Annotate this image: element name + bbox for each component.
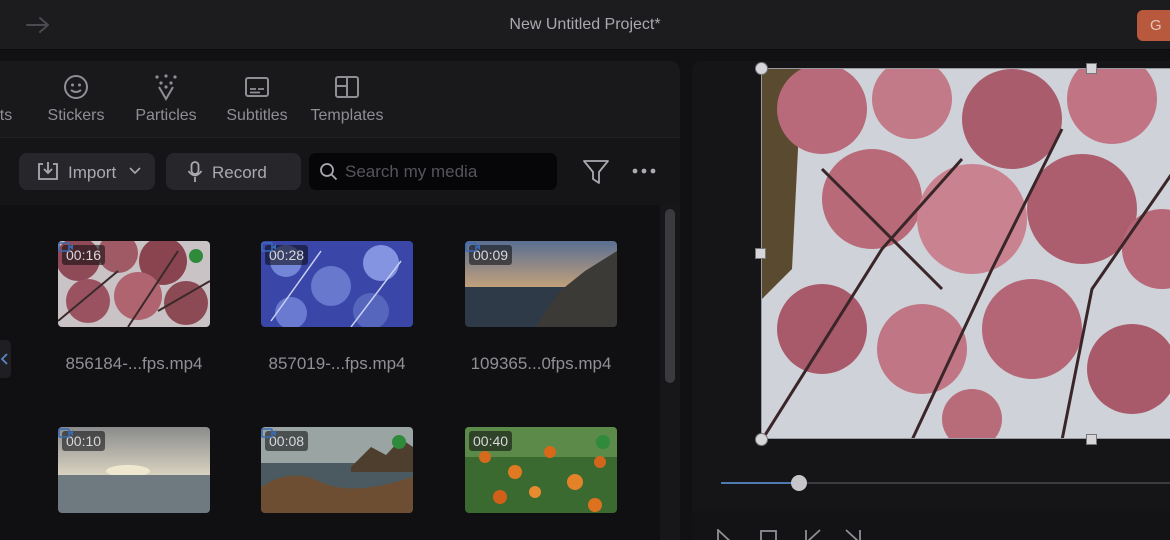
media-item[interactable]: 00:10 <box>58 427 210 540</box>
media-filename: 856184-...fps.mp4 <box>65 354 203 373</box>
tab-label: Particles <box>135 107 197 124</box>
preview-panel <box>692 61 1170 540</box>
subtitles-icon <box>245 77 269 97</box>
video-icon <box>465 242 480 252</box>
playback-progress <box>721 482 800 484</box>
stop-icon[interactable] <box>758 529 780 540</box>
filter-icon[interactable] <box>582 158 610 186</box>
tab-stickers[interactable]: Stickers <box>41 73 111 133</box>
resize-handle[interactable] <box>755 433 768 446</box>
media-search <box>309 153 557 190</box>
tab-effects[interactable]: ts <box>0 73 26 133</box>
video-icon <box>58 242 73 252</box>
resize-handle[interactable] <box>755 62 768 75</box>
preview-frame <box>762 69 1170 438</box>
sticker-icon <box>64 75 88 99</box>
media-item[interactable]: 00:40 <box>465 427 617 540</box>
media-filename: 109365...0fps.mp4 <box>470 354 612 373</box>
search-input[interactable] <box>345 153 550 190</box>
resize-handle[interactable] <box>755 248 766 259</box>
playback-controls <box>692 511 1170 540</box>
record-label: Record <box>212 163 267 182</box>
templates-icon <box>335 76 359 98</box>
tab-label: Stickers <box>47 107 105 124</box>
media-thumbnail[interactable]: 00:40 <box>465 427 617 513</box>
tab-label: Subtitles <box>226 107 288 124</box>
next-frame-icon[interactable] <box>842 529 864 540</box>
library-tabs: ts Stickers Particles Subtitles Template… <box>0 61 680 138</box>
video-icon <box>261 242 276 252</box>
tab-particles[interactable]: Particles <box>131 73 201 133</box>
chevron-left-icon <box>0 353 8 365</box>
media-item[interactable]: 00:16 856184-...fps.mp4 <box>58 241 210 381</box>
media-thumbnail[interactable]: 00:10 <box>58 427 210 513</box>
more-options-icon[interactable] <box>630 161 658 181</box>
media-item[interactable]: 00:28 857019-...fps.mp4 <box>261 241 413 381</box>
media-toolbar: Import Record <box>0 139 680 205</box>
tab-templates[interactable]: Templates <box>307 73 387 133</box>
media-item[interactable]: 00:09 109365...0fps.mp4 <box>465 241 617 381</box>
media-thumbnail[interactable]: 00:09 <box>465 241 617 327</box>
effects-icon <box>0 73 20 101</box>
collapse-sidebar-button[interactable] <box>0 340 11 378</box>
tab-subtitles[interactable]: Subtitles <box>222 73 292 133</box>
added-check-icon <box>189 249 203 263</box>
microphone-icon <box>187 161 203 182</box>
scrubber-handle[interactable] <box>791 475 808 491</box>
added-check-icon <box>596 435 610 449</box>
previous-frame-icon[interactable] <box>802 529 824 540</box>
import-button[interactable]: Import <box>19 153 155 190</box>
play-icon[interactable] <box>714 529 736 540</box>
media-library-panel: ts Stickers Particles Subtitles Template… <box>0 61 680 540</box>
media-item[interactable]: 00:08 <box>261 427 413 540</box>
title-bar: New Untitled Project* G <box>0 0 1170 50</box>
preview-canvas[interactable] <box>761 68 1170 439</box>
media-scrollbar[interactable] <box>660 205 680 540</box>
resize-handle[interactable] <box>1086 434 1097 445</box>
media-thumbnail[interactable]: 00:28 <box>261 241 413 327</box>
added-check-icon <box>392 435 406 449</box>
video-icon <box>58 428 73 438</box>
media-thumbnail[interactable]: 00:08 <box>261 427 413 513</box>
export-button[interactable]: G <box>1137 10 1170 41</box>
media-filename: 857019-...fps.mp4 <box>268 354 406 373</box>
chevron-down-icon[interactable] <box>129 167 141 175</box>
search-icon <box>320 163 338 181</box>
window-title: New Untitled Project* <box>509 16 661 33</box>
tab-label: Templates <box>310 107 384 124</box>
resize-handle[interactable] <box>1086 63 1097 74</box>
import-icon <box>38 162 58 180</box>
tab-label: ts <box>0 107 13 124</box>
import-label: Import <box>68 163 117 182</box>
media-grid: 00:16 856184-...fps.mp4 00:28 857019-...… <box>0 205 680 540</box>
duration-badge: 00:40 <box>469 431 513 451</box>
video-icon <box>261 428 276 438</box>
scrollbar-thumb[interactable] <box>665 209 675 383</box>
media-thumbnail[interactable]: 00:16 <box>58 241 210 327</box>
particles-icon <box>155 74 177 101</box>
record-button[interactable]: Record <box>166 153 301 190</box>
